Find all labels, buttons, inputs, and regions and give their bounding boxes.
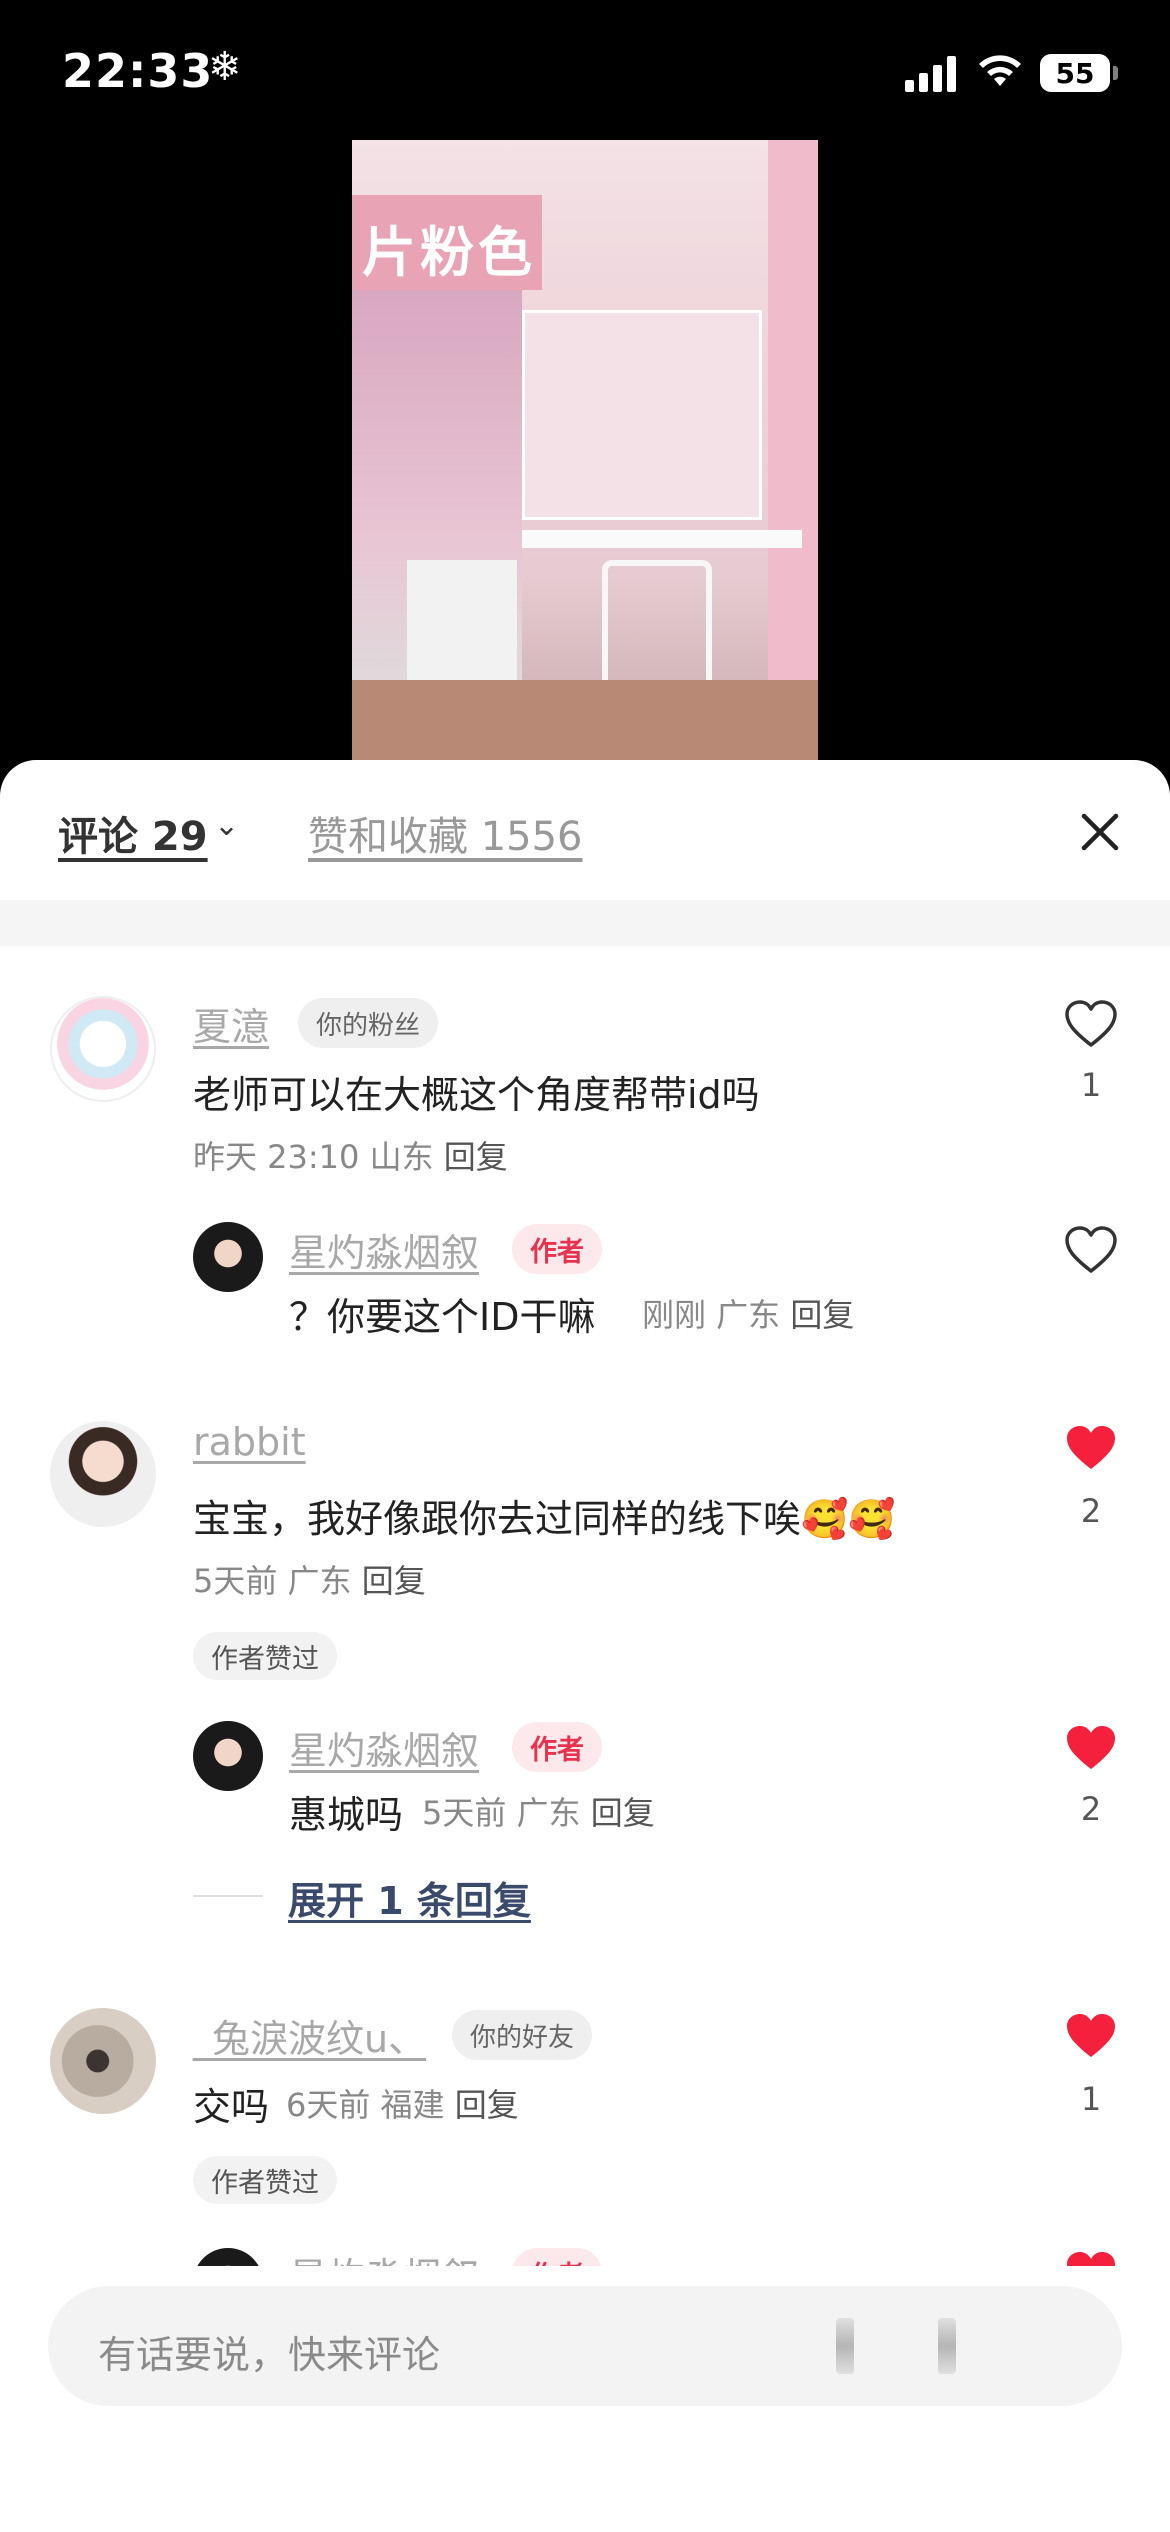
comment-time-location: 5天前 广东 [193, 1562, 352, 1600]
comment-list: 夏澺 你的粉丝 老师可以在大概这个角度帮带id吗 昨天 23:10 山东 回复 … [0, 946, 1170, 2266]
avatar[interactable] [50, 2008, 156, 2114]
reply-author-name[interactable]: 星灼淼烟叙 [289, 1222, 479, 1277]
comment-author-name[interactable]: rabbit [193, 1420, 306, 1464]
like-count: 1 [1080, 1066, 1102, 1104]
heart-icon[interactable] [1063, 998, 1119, 1050]
video-desk [522, 530, 802, 548]
reply-meta: 刚刚 广东 回复 [642, 1290, 854, 1336]
comment-time-location: 6天前 福建 [286, 2086, 445, 2124]
heart-icon[interactable] [1063, 2248, 1119, 2266]
heart-icon[interactable] [1063, 1224, 1119, 1276]
heart-icon[interactable] [1063, 2010, 1119, 2062]
chevron-down-icon[interactable]: ⌄ [214, 808, 239, 843]
avatar[interactable] [193, 1721, 263, 1791]
avatar[interactable] [193, 2248, 263, 2266]
video-door [768, 140, 818, 760]
battery-icon: 55 [1040, 54, 1118, 92]
reply-author-name[interactable]: 星灼淼烟叙 [289, 1720, 479, 1775]
comment-meta: 6天前 福建 回复 [286, 2080, 519, 2126]
avatar[interactable] [193, 1222, 263, 1292]
comment-time-location: 昨天 23:10 山东 [193, 1138, 434, 1176]
reply-author-name[interactable]: 星灼淼烟叙 [289, 2246, 479, 2266]
reply-button[interactable]: 回复 [444, 1138, 508, 1176]
comment-meta: 昨天 23:10 山东 回复 [193, 1132, 508, 1178]
battery-level: 55 [1055, 56, 1095, 90]
reply-button[interactable]: 回复 [362, 1562, 426, 1600]
comment-input[interactable]: 有话要说，快来评论 [48, 2286, 1122, 2406]
status-bar: 22:33 ❄ 55 [0, 0, 1170, 140]
author-badge: 作者 [512, 1224, 602, 1274]
fan-badge: 你的粉丝 [298, 998, 439, 1048]
tab-comments[interactable]: 评论 29 [58, 804, 208, 862]
video-banner-text: 片粉色 [362, 221, 536, 284]
like-count: 2 [1080, 1790, 1102, 1828]
snowflake-icon: ❄ [208, 44, 242, 90]
avatar[interactable] [50, 996, 156, 1102]
author-badge: 作者 [512, 2248, 602, 2266]
reply-text[interactable]: ？你要这个ID干嘛 [289, 1286, 595, 1341]
comment-sheet: 评论 29 ⌄ 赞和收藏 1556 夏澺 你的粉丝 老师可以在大概这个角度帮带i… [0, 760, 1170, 2532]
friend-badge: 你的好友 [452, 2010, 593, 2060]
heart-icon[interactable] [1063, 1722, 1119, 1774]
heart-icon[interactable] [1063, 1422, 1119, 1474]
sheet-tabs: 评论 29 ⌄ 赞和收藏 1556 [0, 760, 1170, 900]
comment-text[interactable]: 宝宝，我好像跟你去过同样的线下唉🥰🥰 [193, 1488, 896, 1543]
expand-replies-link[interactable]: 展开 1 条回复 [288, 1870, 531, 1925]
video-shelf [522, 310, 762, 520]
section-divider [0, 900, 1170, 946]
reply-time-location: 刚刚 广东 [642, 1296, 781, 1334]
reply-button[interactable]: 回复 [790, 1296, 854, 1334]
comment-author-name[interactable]: _兔淚波纹u、 [193, 2008, 426, 2063]
video-floor [352, 680, 818, 760]
like-count: 1 [1080, 2080, 1102, 2118]
comment-text[interactable]: 交吗 [193, 2076, 269, 2131]
comment-input-placeholder: 有话要说，快来评论 [98, 2333, 441, 2377]
comment-text[interactable]: 老师可以在大概这个角度帮带id吗 [193, 1064, 760, 1119]
reply-meta: 5天前 广东 回复 [422, 1788, 655, 1834]
like-count: 2 [1080, 1492, 1102, 1530]
reply-time-location: 5天前 广东 [422, 1794, 581, 1832]
close-icon[interactable] [1070, 802, 1130, 862]
signal-icon [905, 56, 957, 92]
comment-author-name[interactable]: 夏澺 [193, 996, 269, 1051]
tab-likes[interactable]: 赞和收藏 1556 [308, 804, 583, 862]
comment-meta: 5天前 广东 回复 [193, 1556, 426, 1602]
expand-divider [193, 1895, 263, 1897]
avatar[interactable] [50, 1421, 156, 1527]
status-time: 22:33 [62, 44, 214, 98]
reply-text[interactable]: 惠城吗 [289, 1784, 403, 1839]
video-preview[interactable]: 片粉色 [352, 140, 818, 760]
reply-button[interactable]: 回复 [455, 2086, 519, 2124]
wifi-icon [979, 55, 1021, 86]
author-liked-badge: 作者赞过 [193, 2156, 337, 2204]
reply-button[interactable]: 回复 [591, 1794, 655, 1832]
author-badge: 作者 [512, 1722, 602, 1772]
emoji-icon[interactable] [938, 2318, 956, 2374]
mention-icon[interactable] [836, 2318, 854, 2374]
author-liked-badge: 作者赞过 [193, 1632, 337, 1680]
